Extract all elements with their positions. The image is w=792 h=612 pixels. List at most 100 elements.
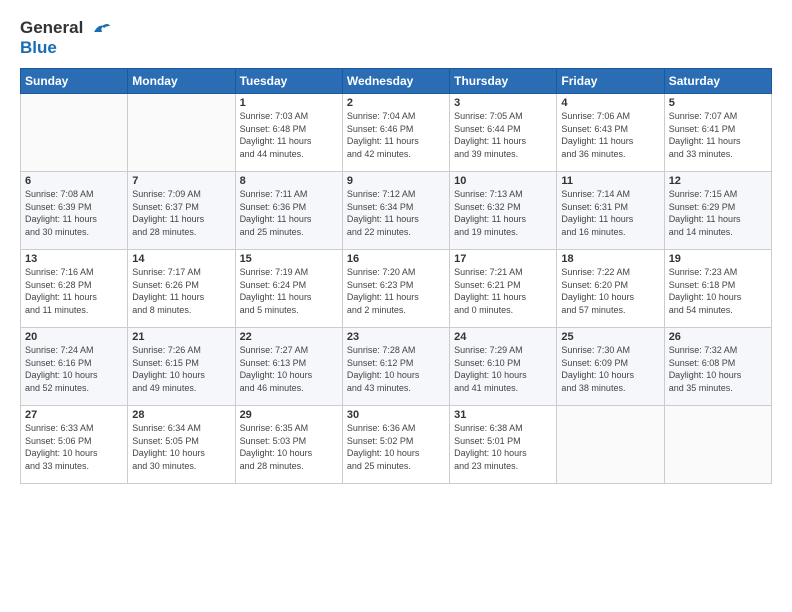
col-header-sunday: Sunday [21,69,128,94]
cal-cell: 18Sunrise: 7:22 AM Sunset: 6:20 PM Dayli… [557,250,664,328]
day-info: Sunrise: 6:33 AM Sunset: 5:06 PM Dayligh… [25,422,123,472]
day-number: 17 [454,253,552,265]
col-header-monday: Monday [128,69,235,94]
day-info: Sunrise: 7:03 AM Sunset: 6:48 PM Dayligh… [240,110,338,160]
day-info: Sunrise: 7:08 AM Sunset: 6:39 PM Dayligh… [25,188,123,238]
day-number: 3 [454,97,552,109]
day-number: 11 [561,175,659,187]
cal-cell: 26Sunrise: 7:32 AM Sunset: 6:08 PM Dayli… [664,328,771,406]
week-row-1: 1Sunrise: 7:03 AM Sunset: 6:48 PM Daylig… [21,94,772,172]
week-row-2: 6Sunrise: 7:08 AM Sunset: 6:39 PM Daylig… [21,172,772,250]
cal-cell: 12Sunrise: 7:15 AM Sunset: 6:29 PM Dayli… [664,172,771,250]
day-info: Sunrise: 7:13 AM Sunset: 6:32 PM Dayligh… [454,188,552,238]
cal-cell [557,406,664,484]
cal-cell: 8Sunrise: 7:11 AM Sunset: 6:36 PM Daylig… [235,172,342,250]
cal-cell: 21Sunrise: 7:26 AM Sunset: 6:15 PM Dayli… [128,328,235,406]
day-number: 5 [669,97,767,109]
day-info: Sunrise: 7:22 AM Sunset: 6:20 PM Dayligh… [561,266,659,316]
cal-cell: 1Sunrise: 7:03 AM Sunset: 6:48 PM Daylig… [235,94,342,172]
day-number: 23 [347,331,445,343]
cal-cell: 10Sunrise: 7:13 AM Sunset: 6:32 PM Dayli… [450,172,557,250]
day-info: Sunrise: 7:26 AM Sunset: 6:15 PM Dayligh… [132,344,230,394]
cal-cell: 7Sunrise: 7:09 AM Sunset: 6:37 PM Daylig… [128,172,235,250]
day-info: Sunrise: 7:20 AM Sunset: 6:23 PM Dayligh… [347,266,445,316]
day-number: 21 [132,331,230,343]
day-info: Sunrise: 7:28 AM Sunset: 6:12 PM Dayligh… [347,344,445,394]
cal-cell [664,406,771,484]
week-row-4: 20Sunrise: 7:24 AM Sunset: 6:16 PM Dayli… [21,328,772,406]
day-info: Sunrise: 7:16 AM Sunset: 6:28 PM Dayligh… [25,266,123,316]
day-info: Sunrise: 7:30 AM Sunset: 6:09 PM Dayligh… [561,344,659,394]
day-info: Sunrise: 7:17 AM Sunset: 6:26 PM Dayligh… [132,266,230,316]
col-header-wednesday: Wednesday [342,69,449,94]
day-info: Sunrise: 7:27 AM Sunset: 6:13 PM Dayligh… [240,344,338,394]
page: General Blue SundayMondayTuesdayWednesda… [0,0,792,612]
cal-cell: 15Sunrise: 7:19 AM Sunset: 6:24 PM Dayli… [235,250,342,328]
day-info: Sunrise: 7:07 AM Sunset: 6:41 PM Dayligh… [669,110,767,160]
cal-cell: 3Sunrise: 7:05 AM Sunset: 6:44 PM Daylig… [450,94,557,172]
day-info: Sunrise: 6:36 AM Sunset: 5:02 PM Dayligh… [347,422,445,472]
day-info: Sunrise: 7:21 AM Sunset: 6:21 PM Dayligh… [454,266,552,316]
day-number: 7 [132,175,230,187]
day-number: 27 [25,409,123,421]
cal-cell: 29Sunrise: 6:35 AM Sunset: 5:03 PM Dayli… [235,406,342,484]
day-number: 28 [132,409,230,421]
day-info: Sunrise: 7:11 AM Sunset: 6:36 PM Dayligh… [240,188,338,238]
day-info: Sunrise: 7:19 AM Sunset: 6:24 PM Dayligh… [240,266,338,316]
cal-cell: 6Sunrise: 7:08 AM Sunset: 6:39 PM Daylig… [21,172,128,250]
cal-cell: 24Sunrise: 7:29 AM Sunset: 6:10 PM Dayli… [450,328,557,406]
day-number: 29 [240,409,338,421]
day-info: Sunrise: 6:35 AM Sunset: 5:03 PM Dayligh… [240,422,338,472]
day-number: 15 [240,253,338,265]
week-row-3: 13Sunrise: 7:16 AM Sunset: 6:28 PM Dayli… [21,250,772,328]
logo: General Blue [20,18,112,58]
cal-cell: 11Sunrise: 7:14 AM Sunset: 6:31 PM Dayli… [557,172,664,250]
cal-cell: 14Sunrise: 7:17 AM Sunset: 6:26 PM Dayli… [128,250,235,328]
day-info: Sunrise: 6:38 AM Sunset: 5:01 PM Dayligh… [454,422,552,472]
day-number: 24 [454,331,552,343]
logo-general: General [20,18,83,37]
day-number: 31 [454,409,552,421]
day-info: Sunrise: 7:14 AM Sunset: 6:31 PM Dayligh… [561,188,659,238]
day-number: 2 [347,97,445,109]
day-number: 10 [454,175,552,187]
day-info: Sunrise: 7:09 AM Sunset: 6:37 PM Dayligh… [132,188,230,238]
day-info: Sunrise: 7:12 AM Sunset: 6:34 PM Dayligh… [347,188,445,238]
day-number: 9 [347,175,445,187]
day-number: 20 [25,331,123,343]
calendar-table: SundayMondayTuesdayWednesdayThursdayFrid… [20,68,772,484]
day-number: 14 [132,253,230,265]
day-number: 4 [561,97,659,109]
cal-cell [21,94,128,172]
cal-cell: 20Sunrise: 7:24 AM Sunset: 6:16 PM Dayli… [21,328,128,406]
cal-cell: 22Sunrise: 7:27 AM Sunset: 6:13 PM Dayli… [235,328,342,406]
day-number: 16 [347,253,445,265]
day-number: 22 [240,331,338,343]
day-info: Sunrise: 7:15 AM Sunset: 6:29 PM Dayligh… [669,188,767,238]
day-number: 1 [240,97,338,109]
col-header-thursday: Thursday [450,69,557,94]
day-info: Sunrise: 6:34 AM Sunset: 5:05 PM Dayligh… [132,422,230,472]
day-info: Sunrise: 7:23 AM Sunset: 6:18 PM Dayligh… [669,266,767,316]
week-row-5: 27Sunrise: 6:33 AM Sunset: 5:06 PM Dayli… [21,406,772,484]
day-info: Sunrise: 7:04 AM Sunset: 6:46 PM Dayligh… [347,110,445,160]
day-info: Sunrise: 7:06 AM Sunset: 6:43 PM Dayligh… [561,110,659,160]
day-number: 8 [240,175,338,187]
cal-cell: 23Sunrise: 7:28 AM Sunset: 6:12 PM Dayli… [342,328,449,406]
header: General Blue [20,18,772,58]
day-number: 18 [561,253,659,265]
day-number: 30 [347,409,445,421]
logo-bird-icon [90,18,112,40]
cal-cell: 16Sunrise: 7:20 AM Sunset: 6:23 PM Dayli… [342,250,449,328]
cal-cell: 5Sunrise: 7:07 AM Sunset: 6:41 PM Daylig… [664,94,771,172]
day-number: 26 [669,331,767,343]
cal-cell: 9Sunrise: 7:12 AM Sunset: 6:34 PM Daylig… [342,172,449,250]
col-header-friday: Friday [557,69,664,94]
cal-cell: 4Sunrise: 7:06 AM Sunset: 6:43 PM Daylig… [557,94,664,172]
day-number: 12 [669,175,767,187]
day-info: Sunrise: 7:29 AM Sunset: 6:10 PM Dayligh… [454,344,552,394]
day-info: Sunrise: 7:05 AM Sunset: 6:44 PM Dayligh… [454,110,552,160]
cal-cell: 28Sunrise: 6:34 AM Sunset: 5:05 PM Dayli… [128,406,235,484]
day-info: Sunrise: 7:24 AM Sunset: 6:16 PM Dayligh… [25,344,123,394]
col-header-tuesday: Tuesday [235,69,342,94]
